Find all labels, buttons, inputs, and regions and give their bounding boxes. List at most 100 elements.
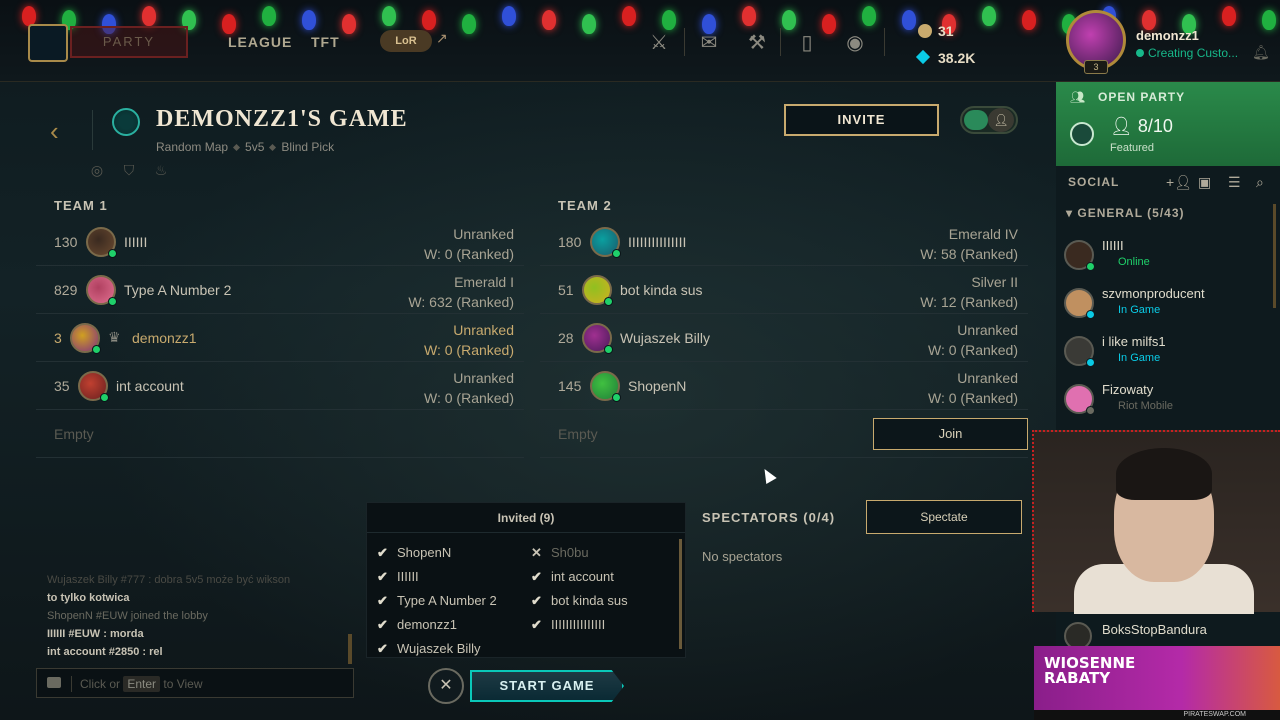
top-navigation: PARTY LEAGUE TFT LoR ↗ ⚔ ✉ ⚒ ▯ ◉ 31 38.2…	[0, 0, 1280, 82]
mail-icon[interactable]: ✉	[696, 30, 722, 56]
ad-footer: PIRATESWAP.COM	[1034, 710, 1280, 720]
player-row[interactable]: 28 Wujaszek Billy Unranked W: 0 (Ranked)	[540, 314, 1028, 362]
notification-bell-icon[interactable]: 🔔︎	[1252, 44, 1270, 61]
toggle-knob	[964, 110, 988, 130]
rank-tier: Emerald I	[454, 274, 514, 290]
ad-headline: WIOSENNE RABATY	[1044, 656, 1135, 686]
user-icon: 👤︎	[988, 108, 1014, 132]
friend-item[interactable]: IIIIII Online	[1062, 234, 1272, 282]
store-icon[interactable]: ◉	[842, 30, 868, 56]
player-row[interactable]: 829 Type A Number 2 Emerald I W: 632 (Ranke…	[36, 266, 524, 314]
player-avatar	[86, 227, 117, 258]
light-bulb-icon	[622, 6, 636, 26]
social-label: SOCIAL	[1068, 175, 1120, 189]
crafting-icon[interactable]: ⚒	[744, 30, 770, 56]
player-row[interactable]: 3 ♛ demonzz1 Unranked W: 0 (Ranked)	[36, 314, 524, 362]
player-row[interactable]: 51 bot kinda sus Silver II W: 12 (Ranked)	[540, 266, 1028, 314]
player-row[interactable]: 35 int account Unranked W: 0 (Ranked)	[36, 362, 524, 410]
light-bulb-icon	[302, 10, 316, 30]
summoner-status[interactable]: Creating Custo...	[1136, 46, 1238, 60]
back-arrow-icon[interactable]: ‹	[50, 116, 59, 147]
open-party-toggle[interactable]: 👤︎	[960, 106, 1018, 134]
status-dot-icon	[1136, 49, 1144, 57]
player-name: demonzz1	[132, 330, 197, 346]
friend-item[interactable]: Fizowaty Riot Mobile	[1062, 378, 1272, 426]
chevron-down-icon: ▾	[1066, 206, 1074, 220]
friend-item[interactable]: i like milfs1 In Game	[1062, 330, 1272, 378]
clash-icon[interactable]: ⚔	[646, 30, 672, 56]
light-bulb-icon	[582, 14, 596, 34]
be-balance: 38.2K	[938, 50, 976, 66]
add-folder-icon[interactable]: ▣	[1198, 174, 1211, 191]
light-bulb-icon	[422, 10, 436, 30]
chat-message: to tylko kotwica	[47, 592, 130, 604]
empty-slot[interactable]: Empty	[36, 410, 524, 458]
player-avatar	[590, 227, 621, 258]
spectate-button[interactable]: Spectate	[866, 500, 1022, 534]
invited-player-name: int account	[551, 569, 614, 584]
light-bulb-icon	[782, 10, 796, 30]
collection-icon[interactable]: ▯	[794, 30, 820, 56]
ranked-wins: W: 58 (Ranked)	[920, 246, 1018, 262]
online-indicator-icon	[92, 345, 101, 354]
summoner-status-text: Creating Custo...	[1148, 46, 1239, 60]
map-name: Random Map	[156, 140, 229, 154]
player-rank: Emerald IV W: 58 (Ranked)	[920, 224, 1018, 264]
party-map-icon	[1070, 122, 1094, 146]
spectators-title: SPECTATORS (0/4)	[702, 510, 836, 525]
party-count-text: 8/10	[1137, 116, 1173, 136]
nav-league[interactable]: LEAGUE	[228, 34, 292, 50]
player-rank: Silver II W: 12 (Ranked)	[920, 272, 1018, 312]
light-bulb-icon	[1022, 10, 1036, 30]
rp-balance: 31	[938, 23, 954, 39]
light-bulb-icon	[982, 6, 996, 26]
friend-status: Riot Mobile	[1118, 400, 1174, 412]
social-scrollbar[interactable]	[1273, 204, 1276, 308]
invited-player: ✔ demonzz1	[377, 617, 457, 633]
player-level: 829	[54, 282, 78, 298]
rp-icon	[918, 24, 932, 38]
start-game-button[interactable]: START GAME	[470, 670, 624, 702]
ranked-wins: W: 0 (Ranked)	[928, 342, 1018, 358]
player-row[interactable]: 130 IIIIII Unranked W: 0 (Ranked)	[36, 218, 524, 266]
player-name: int account	[116, 378, 184, 394]
invite-button[interactable]: INVITE	[784, 104, 939, 136]
search-icon[interactable]: ⌕	[1256, 174, 1264, 191]
party-count: 👤︎ 8/10	[1110, 116, 1173, 137]
accepted-check-icon: ✔	[377, 617, 388, 632]
online-indicator-icon	[100, 393, 109, 402]
open-party-card[interactable]: 👥︎ OPEN PARTY 👤︎ 8/10 Featured	[1056, 82, 1280, 166]
no-spectators-text: No spectators	[702, 549, 783, 564]
pick-mode: Blind Pick	[281, 140, 335, 154]
cancel-lobby-icon[interactable]: ✕	[428, 668, 464, 704]
add-friend-icon[interactable]: +👤︎	[1166, 174, 1192, 191]
online-indicator-icon	[108, 249, 117, 258]
light-bulb-icon	[1142, 10, 1156, 30]
invited-scrollbar[interactable]	[679, 539, 682, 649]
rank-tier: Silver II	[971, 274, 1018, 290]
chat-input[interactable]: Click or Enter to View	[36, 668, 354, 698]
rank-tier: Emerald IV	[948, 226, 1018, 242]
mode-shield-icon: ⛉	[123, 162, 135, 178]
friend-avatar	[1064, 240, 1095, 271]
invited-player-name: Sh0bu	[551, 545, 589, 560]
player-avatar	[78, 371, 109, 402]
open-party-label: OPEN PARTY	[1098, 90, 1186, 104]
rank-tier: Unranked	[453, 370, 514, 386]
nav-tft[interactable]: TFT	[311, 34, 340, 50]
chat-message: IIIIII #EUW : morda	[47, 628, 144, 640]
player-name: IIIIII	[124, 234, 148, 250]
player-row[interactable]: 180 IIIIIIIIIIIIIII Emerald IV W: 58 (Ranke…	[540, 218, 1028, 266]
player-name: ShopenN	[628, 378, 687, 394]
join-button[interactable]: Join	[873, 418, 1028, 450]
party-button[interactable]: PARTY	[70, 26, 188, 58]
nav-lor[interactable]: LoR	[380, 30, 432, 52]
player-avatar	[86, 275, 117, 306]
player-row[interactable]: 145 ShopenN Unranked W: 0 (Ranked)	[540, 362, 1028, 410]
friend-status: In Game	[1118, 304, 1161, 316]
friend-item[interactable]: szvmonproducent In Game	[1062, 282, 1272, 330]
league-logo-icon[interactable]	[28, 24, 68, 62]
chat-scrollbar[interactable]	[348, 634, 352, 664]
list-view-icon[interactable]: ☰	[1228, 174, 1241, 191]
friend-group-header[interactable]: ▾ GENERAL (5/43)	[1066, 206, 1185, 220]
